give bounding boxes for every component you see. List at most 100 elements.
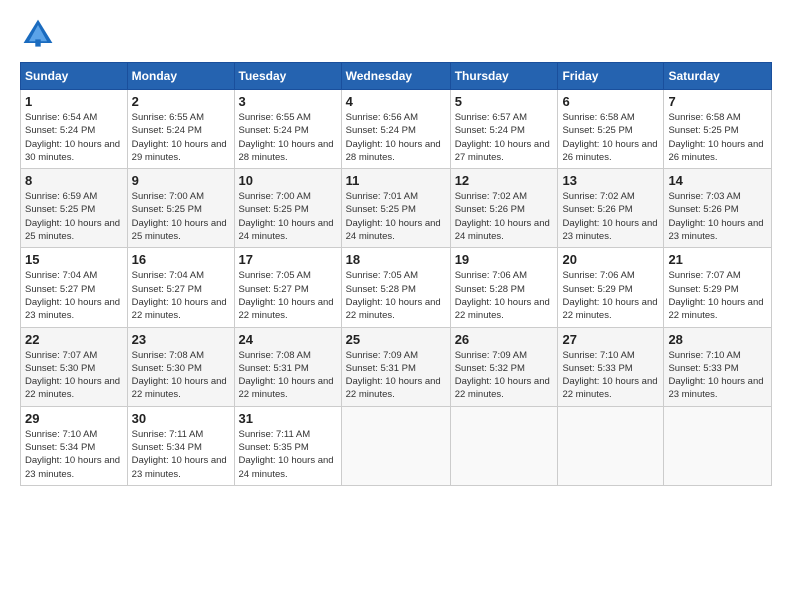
calendar-cell: 30 Sunrise: 7:11 AMSunset: 5:34 PMDayligh…: [127, 406, 234, 485]
day-number: 9: [132, 173, 230, 188]
day-info: Sunrise: 7:05 AMSunset: 5:28 PMDaylight:…: [346, 269, 446, 322]
day-number: 20: [562, 252, 659, 267]
day-info: Sunrise: 6:55 AMSunset: 5:24 PMDaylight:…: [132, 111, 230, 164]
calendar-cell: [664, 406, 772, 485]
day-info: Sunrise: 7:02 AMSunset: 5:26 PMDaylight:…: [562, 190, 659, 243]
day-number: 10: [239, 173, 337, 188]
calendar-row: 15 Sunrise: 7:04 AMSunset: 5:27 PMDayligh…: [21, 248, 772, 327]
calendar-cell: 6 Sunrise: 6:58 AMSunset: 5:25 PMDaylight…: [558, 90, 664, 169]
day-info: Sunrise: 7:09 AMSunset: 5:31 PMDaylight:…: [346, 349, 446, 402]
calendar-cell: 13 Sunrise: 7:02 AMSunset: 5:26 PMDayligh…: [558, 169, 664, 248]
day-info: Sunrise: 7:10 AMSunset: 5:33 PMDaylight:…: [668, 349, 767, 402]
day-info: Sunrise: 7:11 AMSunset: 5:35 PMDaylight:…: [239, 428, 337, 481]
calendar-cell: 4 Sunrise: 6:56 AMSunset: 5:24 PMDaylight…: [341, 90, 450, 169]
calendar-cell: 15 Sunrise: 7:04 AMSunset: 5:27 PMDayligh…: [21, 248, 128, 327]
day-number: 8: [25, 173, 123, 188]
calendar-cell: 12 Sunrise: 7:02 AMSunset: 5:26 PMDayligh…: [450, 169, 558, 248]
calendar-cell: 19 Sunrise: 7:06 AMSunset: 5:28 PMDayligh…: [450, 248, 558, 327]
calendar-row: 8 Sunrise: 6:59 AMSunset: 5:25 PMDaylight…: [21, 169, 772, 248]
day-number: 29: [25, 411, 123, 426]
header-row: Sunday Monday Tuesday Wednesday Thursday…: [21, 63, 772, 90]
day-info: Sunrise: 6:56 AMSunset: 5:24 PMDaylight:…: [346, 111, 446, 164]
calendar-cell: 27 Sunrise: 7:10 AMSunset: 5:33 PMDayligh…: [558, 327, 664, 406]
day-number: 14: [668, 173, 767, 188]
calendar-cell: 7 Sunrise: 6:58 AMSunset: 5:25 PMDaylight…: [664, 90, 772, 169]
calendar-cell: 17Sunrise: 7:05 AMSunset: 5:27 PMDayligh…: [234, 248, 341, 327]
calendar-cell: 26 Sunrise: 7:09 AMSunset: 5:32 PMDayligh…: [450, 327, 558, 406]
day-info: Sunrise: 7:10 AMSunset: 5:33 PMDaylight:…: [562, 349, 659, 402]
col-friday: Friday: [558, 63, 664, 90]
calendar-cell: 24 Sunrise: 7:08 AMSunset: 5:31 PMDayligh…: [234, 327, 341, 406]
day-info: Sunrise: 7:08 AMSunset: 5:31 PMDaylight:…: [239, 349, 337, 402]
day-info: Sunrise: 7:03 AMSunset: 5:26 PMDaylight:…: [668, 190, 767, 243]
day-number: 30: [132, 411, 230, 426]
day-number: 19: [455, 252, 554, 267]
day-info: Sunrise: 6:54 AMSunset: 5:24 PMDaylight:…: [25, 111, 123, 164]
calendar-cell: 28 Sunrise: 7:10 AMSunset: 5:33 PMDayligh…: [664, 327, 772, 406]
day-number: 7: [668, 94, 767, 109]
day-number: 4: [346, 94, 446, 109]
calendar-cell: 16 Sunrise: 7:04 AMSunset: 5:27 PMDayligh…: [127, 248, 234, 327]
calendar-cell: 9 Sunrise: 7:00 AMSunset: 5:25 PMDaylight…: [127, 169, 234, 248]
calendar-cell: 1 Sunrise: 6:54 AMSunset: 5:24 PMDaylight…: [21, 90, 128, 169]
day-number: 24: [239, 332, 337, 347]
day-info: Sunrise: 7:02 AMSunset: 5:26 PMDaylight:…: [455, 190, 554, 243]
day-number: 12: [455, 173, 554, 188]
col-sunday: Sunday: [21, 63, 128, 90]
day-number: 22: [25, 332, 123, 347]
day-number: 13: [562, 173, 659, 188]
day-info: Sunrise: 7:07 AMSunset: 5:30 PMDaylight:…: [25, 349, 123, 402]
calendar-cell: 18 Sunrise: 7:05 AMSunset: 5:28 PMDayligh…: [341, 248, 450, 327]
calendar-cell: 31 Sunrise: 7:11 AMSunset: 5:35 PMDayligh…: [234, 406, 341, 485]
calendar-cell: 10 Sunrise: 7:00 AMSunset: 5:25 PMDayligh…: [234, 169, 341, 248]
calendar-body: 1 Sunrise: 6:54 AMSunset: 5:24 PMDaylight…: [21, 90, 772, 486]
day-info: Sunrise: 7:00 AMSunset: 5:25 PMDaylight:…: [132, 190, 230, 243]
col-saturday: Saturday: [664, 63, 772, 90]
calendar-cell: [341, 406, 450, 485]
day-number: 5: [455, 94, 554, 109]
day-info: Sunrise: 7:04 AMSunset: 5:27 PMDaylight:…: [25, 269, 123, 322]
day-info: Sunrise: 7:04 AMSunset: 5:27 PMDaylight:…: [132, 269, 230, 322]
col-monday: Monday: [127, 63, 234, 90]
day-info: Sunrise: 7:09 AMSunset: 5:32 PMDaylight:…: [455, 349, 554, 402]
day-number: 1: [25, 94, 123, 109]
col-tuesday: Tuesday: [234, 63, 341, 90]
day-info: Sunrise: 6:58 AMSunset: 5:25 PMDaylight:…: [668, 111, 767, 164]
day-number: 31: [239, 411, 337, 426]
calendar-table: Sunday Monday Tuesday Wednesday Thursday…: [20, 62, 772, 486]
calendar-cell: 20 Sunrise: 7:06 AMSunset: 5:29 PMDayligh…: [558, 248, 664, 327]
day-info: Sunrise: 7:11 AMSunset: 5:34 PMDaylight:…: [132, 428, 230, 481]
col-wednesday: Wednesday: [341, 63, 450, 90]
day-number: 15: [25, 252, 123, 267]
day-number: 6: [562, 94, 659, 109]
calendar-row: 1 Sunrise: 6:54 AMSunset: 5:24 PMDaylight…: [21, 90, 772, 169]
day-info: Sunrise: 6:57 AMSunset: 5:24 PMDaylight:…: [455, 111, 554, 164]
day-number: 28: [668, 332, 767, 347]
day-info: Sunrise: 7:01 AMSunset: 5:25 PMDaylight:…: [346, 190, 446, 243]
day-number: 25: [346, 332, 446, 347]
calendar-row: 29Sunrise: 7:10 AMSunset: 5:34 PMDayligh…: [21, 406, 772, 485]
calendar-cell: 2 Sunrise: 6:55 AMSunset: 5:24 PMDaylight…: [127, 90, 234, 169]
col-thursday: Thursday: [450, 63, 558, 90]
calendar-cell: 8 Sunrise: 6:59 AMSunset: 5:25 PMDaylight…: [21, 169, 128, 248]
day-info: Sunrise: 7:06 AMSunset: 5:28 PMDaylight:…: [455, 269, 554, 322]
logo-icon: [20, 16, 56, 52]
header: [20, 16, 772, 52]
calendar-cell: 23Sunrise: 7:08 AMSunset: 5:30 PMDayligh…: [127, 327, 234, 406]
day-number: 16: [132, 252, 230, 267]
calendar-cell: 29Sunrise: 7:10 AMSunset: 5:34 PMDayligh…: [21, 406, 128, 485]
calendar-cell: [558, 406, 664, 485]
day-number: 11: [346, 173, 446, 188]
day-info: Sunrise: 6:59 AMSunset: 5:25 PMDaylight:…: [25, 190, 123, 243]
day-info: Sunrise: 6:58 AMSunset: 5:25 PMDaylight:…: [562, 111, 659, 164]
day-number: 2: [132, 94, 230, 109]
day-info: Sunrise: 7:05 AMSunset: 5:27 PMDaylight:…: [239, 269, 337, 322]
day-number: 27: [562, 332, 659, 347]
calendar-cell: 14 Sunrise: 7:03 AMSunset: 5:26 PMDayligh…: [664, 169, 772, 248]
day-number: 18: [346, 252, 446, 267]
calendar-cell: 11 Sunrise: 7:01 AMSunset: 5:25 PMDayligh…: [341, 169, 450, 248]
day-info: Sunrise: 7:00 AMSunset: 5:25 PMDaylight:…: [239, 190, 337, 243]
day-number: 26: [455, 332, 554, 347]
day-info: Sunrise: 7:06 AMSunset: 5:29 PMDaylight:…: [562, 269, 659, 322]
day-info: Sunrise: 6:55 AMSunset: 5:24 PMDaylight:…: [239, 111, 337, 164]
